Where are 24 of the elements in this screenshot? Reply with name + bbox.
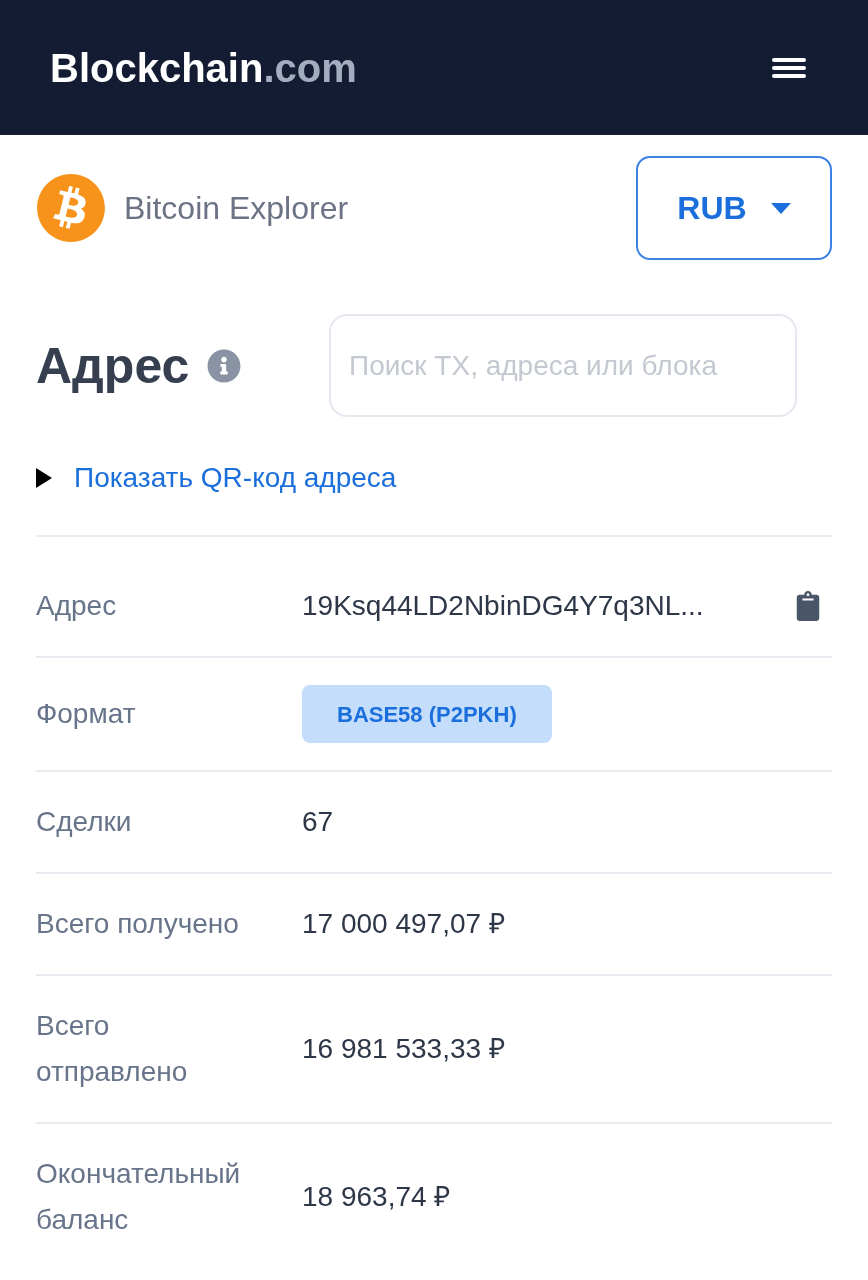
- search-field[interactable]: Поиск TX, адреса или блока: [329, 314, 797, 417]
- detail-label: Формат: [36, 697, 137, 731]
- detail-label: Сделки: [36, 805, 133, 839]
- detail-label: Всего получено: [36, 907, 240, 941]
- info-icon[interactable]: [207, 348, 242, 383]
- currency-dropdown[interactable]: RUB: [636, 156, 832, 260]
- detail-value: 17 000 497,07 ₽: [302, 907, 505, 941]
- detail-label: Окончательный баланс: [36, 1157, 242, 1237]
- detail-value: 67: [302, 805, 334, 839]
- caret-down-icon: [770, 202, 791, 214]
- disclosure-triangle-icon[interactable]: [36, 468, 52, 488]
- detail-value: 16 981 533,33 ₽: [302, 1032, 505, 1066]
- detail-label: Адрес: [36, 589, 118, 623]
- explorer-title: Bitcoin Explorer: [124, 189, 349, 228]
- bitcoin-logo-icon: [36, 173, 106, 243]
- site-logo[interactable]: Blockchain.com: [50, 47, 357, 88]
- clipboard-icon[interactable]: [796, 591, 820, 621]
- format-badge: BASE58 (P2PKH): [302, 685, 552, 743]
- address-value: 19Ksq44LD2NbinDG4Y7q3NL...: [302, 589, 704, 623]
- detail-value: 18 963,74 ₽: [302, 1180, 451, 1214]
- page-heading: Адрес: [36, 336, 190, 396]
- menu-icon[interactable]: [772, 57, 806, 78]
- show-qr-link[interactable]: Показать QR-код адреса: [74, 461, 397, 495]
- detail-label: Всего отправлено: [36, 1009, 189, 1089]
